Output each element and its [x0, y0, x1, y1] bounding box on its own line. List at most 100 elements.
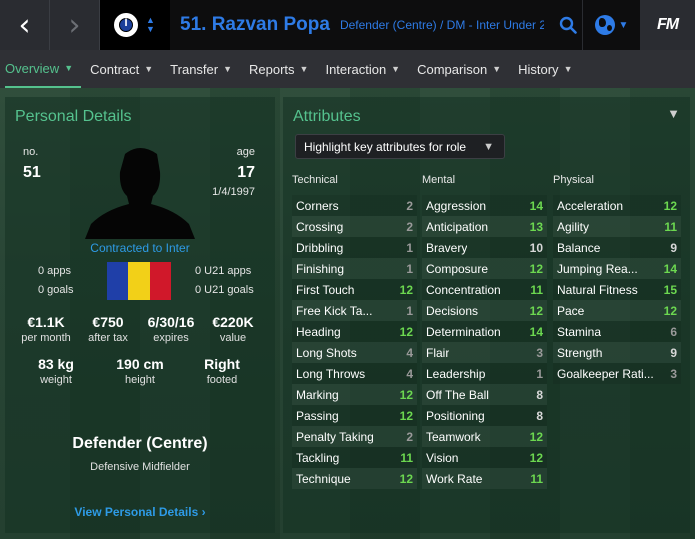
tab-label: Reports [249, 61, 295, 77]
attribute-value: 2 [406, 429, 413, 444]
chevron-down-icon: ▼ [492, 64, 502, 74]
attribute-row[interactable]: Long Shots 4 [292, 342, 417, 363]
attribute-value: 13 [529, 219, 543, 234]
attribute-row[interactable]: Positioning 8 [422, 405, 547, 426]
attribute-row[interactable]: Aggression 14 [422, 195, 547, 216]
flag-stripe [128, 262, 150, 300]
back-button[interactable]: ‹ [0, 0, 50, 50]
attribute-name: Pace [557, 303, 585, 318]
tab-label: Interaction [325, 61, 387, 77]
column-header: Mental [422, 174, 456, 186]
attribute-value: 1 [406, 240, 413, 255]
attribute-row[interactable]: Agility 11 [553, 216, 681, 237]
attribute-name: Corners [296, 198, 339, 213]
forward-button[interactable]: › [50, 0, 100, 50]
tab-reports[interactable]: Reports ▼ [249, 50, 316, 88]
tab-comparison[interactable]: Comparison ▼ [417, 50, 509, 88]
attribute-row[interactable]: Teamwork 12 [422, 426, 547, 447]
attribute-row[interactable]: Technique 12 [292, 468, 417, 489]
view-personal-details-link[interactable]: View Personal Details › [5, 505, 275, 519]
attribute-name: Bravery [426, 240, 468, 255]
attribute-value: 12 [529, 303, 543, 318]
attribute-row[interactable]: Dribbling 1 [292, 237, 417, 258]
highlight-role-dropdown[interactable]: Highlight key attributes for role ▼ [295, 134, 505, 159]
attribute-name: Technique [296, 471, 351, 486]
attribute-value: 12 [663, 303, 677, 318]
attribute-row[interactable]: Acceleration 12 [553, 195, 681, 216]
attribute-row[interactable]: Marking 12 [292, 384, 417, 405]
chevron-down-icon: ▼ [483, 140, 494, 153]
attribute-row[interactable]: Penalty Taking 2 [292, 426, 417, 447]
tab-history[interactable]: History ▼ [518, 50, 580, 88]
tab-transfer[interactable]: Transfer ▼ [170, 50, 240, 88]
attribute-row[interactable]: Stamina 6 [553, 321, 681, 342]
attribute-row[interactable]: Goalkeeper Rati... 3 [553, 363, 681, 384]
attribute-row[interactable]: Concentration 11 [422, 279, 547, 300]
attribute-row[interactable]: Passing 12 [292, 405, 417, 426]
attribute-row[interactable]: Long Throws 4 [292, 363, 417, 384]
attribute-name: Concentration [426, 282, 501, 297]
attribute-row[interactable]: Determination 14 [422, 321, 547, 342]
tab-contract[interactable]: Contract ▼ [90, 50, 161, 88]
attribute-row[interactable]: Corners 2 [292, 195, 417, 216]
attribute-row[interactable]: Vision 12 [422, 447, 547, 468]
attribute-row[interactable]: Leadership 1 [422, 363, 547, 384]
chevron-down-icon: ▼ [223, 64, 233, 74]
fm-logo[interactable]: FM [640, 0, 695, 50]
tab-interaction[interactable]: Interaction ▼ [325, 50, 408, 88]
attribute-name: Finishing [296, 261, 345, 276]
chevron-down-icon[interactable]: ▼ [667, 106, 680, 121]
attribute-value: 6 [670, 324, 677, 339]
attribute-value: 8 [536, 387, 543, 402]
apps: 0 apps [38, 265, 72, 277]
tab-overview[interactable]: Overview ▼ [5, 50, 82, 88]
attribute-name: Crossing [296, 219, 344, 234]
mental-column: Mental Aggression 14 Anticipation 13 Bravery… [422, 174, 547, 489]
attribute-row[interactable]: Anticipation 13 [422, 216, 547, 237]
date-of-birth: 1/4/1997 [212, 186, 255, 198]
attribute-row[interactable]: Flair 3 [422, 342, 547, 363]
attribute-row[interactable]: Strength 9 [553, 342, 681, 363]
attribute-row[interactable]: Crossing 2 [292, 216, 417, 237]
flag-stripe [107, 262, 129, 300]
attribute-row[interactable]: Pace 12 [553, 300, 681, 321]
attribute-row[interactable]: Off The Ball 8 [422, 384, 547, 405]
stat-label: footed [206, 374, 238, 386]
globe-icon [594, 15, 615, 35]
attribute-row[interactable]: Decisions 12 [422, 300, 547, 321]
world-menu[interactable]: ▼ [582, 0, 640, 50]
attribute-name: Agility [557, 219, 590, 234]
attribute-value: 14 [663, 261, 677, 276]
club-selector[interactable]: ▲▼ [100, 0, 170, 50]
u21-goals: 0 U21 goals [195, 284, 254, 296]
attribute-row[interactable]: Jumping Rea... 14 [553, 258, 681, 279]
tab-label: Transfer [170, 61, 219, 77]
player-subtitle: Defender (Centre) / DM - Inter Under 2..… [339, 18, 544, 32]
stat-label: weight [40, 374, 72, 386]
attribute-row[interactable]: Tackling 11 [292, 447, 417, 468]
attribute-row[interactable]: Finishing 1 [292, 258, 417, 279]
attribute-row[interactable]: Work Rate 11 [422, 468, 547, 489]
footed-stat: Right footed [187, 356, 257, 386]
attribute-value: 10 [529, 240, 543, 255]
attribute-value: 4 [406, 345, 413, 360]
attribute-row[interactable]: First Touch 12 [292, 279, 417, 300]
attribute-row[interactable]: Heading 12 [292, 321, 417, 342]
attributes-panel: Attributes ▼ Highlight key attributes fo… [283, 97, 690, 533]
attribute-name: Goalkeeper Rati... [557, 366, 654, 381]
attribute-row[interactable]: Composure 12 [422, 258, 547, 279]
attribute-name: Heading [296, 324, 341, 339]
player-header: 51. Razvan Popa Defender (Centre) / DM -… [170, 0, 582, 50]
top-bar: ‹ › ▲▼ 51. Razvan Popa Defender (Centre)… [0, 0, 695, 50]
attribute-value: 9 [670, 240, 677, 255]
attribute-row[interactable]: Balance 9 [553, 237, 681, 258]
attribute-row[interactable]: Free Kick Ta... 1 [292, 300, 417, 321]
attribute-row[interactable]: Natural Fitness 15 [553, 279, 681, 300]
contracted-link[interactable]: Contracted to Inter [5, 241, 275, 255]
attribute-row[interactable]: Bravery 10 [422, 237, 547, 258]
attribute-value: 12 [399, 408, 413, 423]
search-icon[interactable] [554, 16, 582, 34]
attribute-name: Acceleration [557, 198, 624, 213]
attribute-name: Passing [296, 408, 339, 423]
attribute-list: Aggression 14 Anticipation 13 Bravery 10 Compo… [422, 195, 547, 489]
